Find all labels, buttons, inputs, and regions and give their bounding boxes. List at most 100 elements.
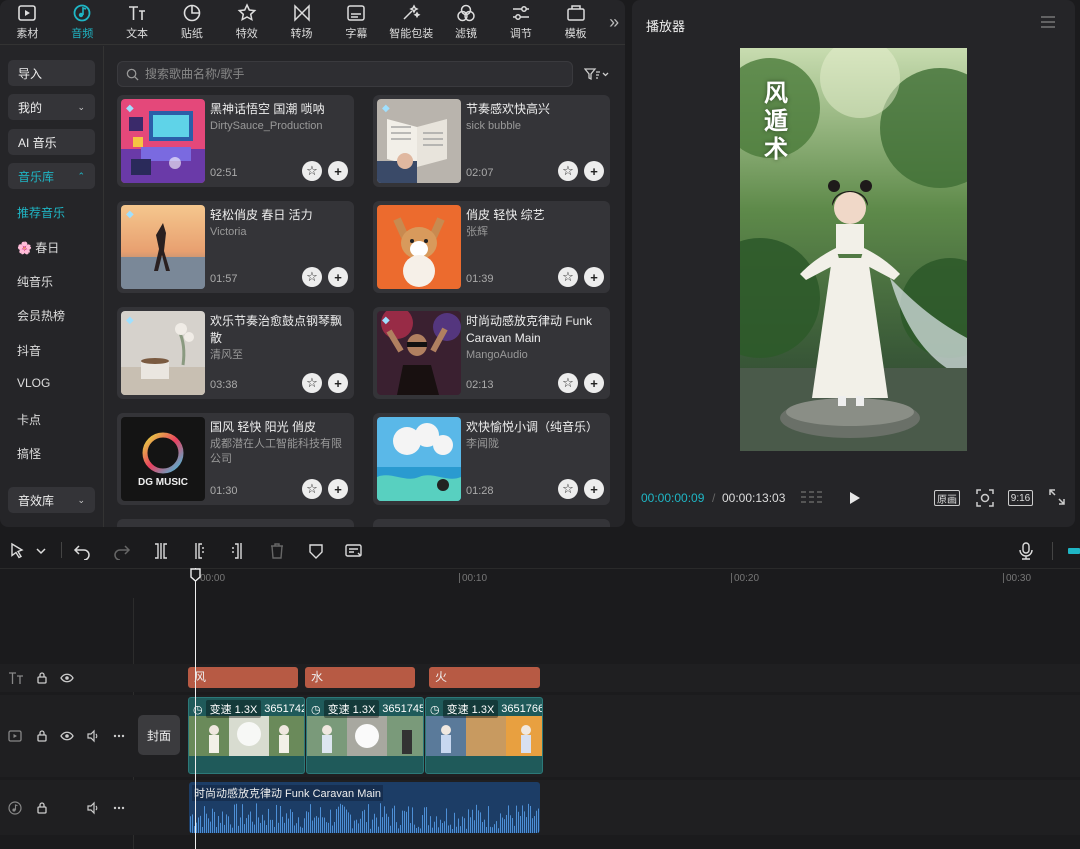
caption-icon xyxy=(345,544,362,557)
song-card[interactable]: 欢快愉悦小调（纯音乐） 李闻陇 01:28 ☆ + xyxy=(373,413,610,505)
song-card[interactable]: ◆ 节奏感欢快高兴 sick bubble 02:07 ☆ + xyxy=(373,95,610,187)
waveform-bar xyxy=(512,818,513,833)
main-track-magnet-toggle[interactable] xyxy=(1066,542,1080,560)
tool-media[interactable]: 素材 xyxy=(0,0,55,45)
playhead-handle[interactable] xyxy=(190,568,201,582)
sidebar-item-vlog[interactable]: VLOG xyxy=(17,376,50,390)
sidebar-item-spring[interactable]: 🌸 春日 xyxy=(17,239,59,256)
sfx-library-dropdown[interactable]: 音效库 ⌄ xyxy=(8,487,95,513)
text-clip[interactable]: 水 xyxy=(305,667,415,688)
song-card-partial[interactable] xyxy=(117,519,354,527)
eye-icon[interactable] xyxy=(60,729,74,743)
add-button[interactable]: + xyxy=(584,161,604,181)
video-clip[interactable]: ◷ 变速 1.3X 3651742 xyxy=(188,697,305,774)
tool-sticker[interactable]: 贴纸 xyxy=(164,0,219,45)
text-clip[interactable]: 火 xyxy=(429,667,540,688)
video-preview[interactable]: 风遁术 xyxy=(740,48,967,451)
delete-button[interactable] xyxy=(268,542,286,560)
video-clip[interactable]: ◷ 变速 1.3X 3651745 xyxy=(306,697,424,774)
more-icon[interactable] xyxy=(112,801,126,815)
add-button[interactable]: + xyxy=(584,479,604,499)
favorite-button[interactable]: ☆ xyxy=(302,161,322,181)
sidebar-item-vip-hot[interactable]: 会员热榜 xyxy=(17,307,65,324)
plus-icon: + xyxy=(590,163,598,179)
aspect-ratio-button[interactable]: 9:16 xyxy=(1008,490,1033,506)
tool-transition[interactable]: 转场 xyxy=(274,0,329,45)
add-button[interactable]: + xyxy=(584,373,604,393)
add-button[interactable]: + xyxy=(584,267,604,287)
favorite-button[interactable]: ☆ xyxy=(558,373,578,393)
toolbar-more-button[interactable]: » xyxy=(603,0,625,45)
fit-screen-icon[interactable] xyxy=(975,488,995,508)
cover-button[interactable]: 封面 xyxy=(138,715,180,755)
lock-icon[interactable] xyxy=(35,671,49,685)
speaker-icon[interactable] xyxy=(86,729,100,743)
select-tool-button[interactable] xyxy=(9,542,27,560)
ai-music-button[interactable]: AI 音乐 xyxy=(8,129,95,155)
chevron-up-icon: ⌃ xyxy=(77,170,85,181)
import-button[interactable]: 导入 xyxy=(8,60,95,86)
redo-button[interactable] xyxy=(113,542,131,561)
tool-adjust[interactable]: 调节 xyxy=(493,0,548,45)
waveform-bar xyxy=(292,812,293,833)
frames-icon[interactable] xyxy=(800,489,824,505)
more-icon[interactable] xyxy=(112,729,126,743)
select-mode-dropdown[interactable] xyxy=(34,542,52,560)
song-card[interactable]: DG MUSIC 国风 轻快 阳光 俏皮 成都潜在人工智能科技有限公司 01:3… xyxy=(117,413,354,505)
lock-icon[interactable] xyxy=(35,801,49,815)
favorite-button[interactable]: ☆ xyxy=(302,267,322,287)
favorite-button[interactable]: ☆ xyxy=(558,161,578,181)
tool-smart-pack[interactable]: 智能包装 xyxy=(384,0,439,45)
favorite-button[interactable]: ☆ xyxy=(558,479,578,499)
tool-filter[interactable]: 滤镜 xyxy=(439,0,494,45)
lock-icon[interactable] xyxy=(35,729,49,743)
eye-icon[interactable] xyxy=(60,671,74,685)
song-card[interactable]: ◆ 黑神话悟空 国潮 唢呐 DirtySauce_Production 02:5… xyxy=(117,95,354,187)
song-card[interactable]: 俏皮 轻快 综艺 张辉 01:39 ☆ + xyxy=(373,201,610,293)
favorite-button[interactable]: ☆ xyxy=(302,373,322,393)
audio-clip[interactable]: 时尚动感放克律动 Funk Caravan Main xyxy=(189,782,540,833)
song-card[interactable]: ◆ 时尚动感放克律动 Funk Caravan Main MangoAudio … xyxy=(373,307,610,399)
sidebar-item-pure-music[interactable]: 纯音乐 xyxy=(17,273,53,290)
tool-effects[interactable]: 特效 xyxy=(219,0,274,45)
tool-template[interactable]: 模板 xyxy=(548,0,603,45)
split-right-button[interactable] xyxy=(229,542,247,560)
record-voice-button[interactable] xyxy=(1017,542,1035,560)
tool-text[interactable]: 文本 xyxy=(110,0,165,45)
add-button[interactable]: + xyxy=(328,267,348,287)
sidebar-item-beat[interactable]: 卡点 xyxy=(17,411,41,428)
split-left-button[interactable] xyxy=(190,542,208,560)
tool-audio[interactable]: 音频 xyxy=(55,0,110,45)
playhead[interactable] xyxy=(195,568,196,849)
song-card-partial[interactable] xyxy=(373,519,610,527)
song-card[interactable]: ◆ 欢乐节奏治愈鼓点钢琴飘散 清风至 03:38 ☆ + xyxy=(117,307,354,399)
sidebar-item-recommended[interactable]: 推荐音乐 xyxy=(17,204,65,221)
sidebar-item-douyin[interactable]: 抖音 xyxy=(17,342,41,359)
add-button[interactable]: + xyxy=(328,373,348,393)
player-menu-icon[interactable] xyxy=(1040,15,1058,29)
marker-button[interactable] xyxy=(307,542,325,560)
filter-sort-button[interactable] xyxy=(580,63,614,85)
split-button[interactable] xyxy=(152,542,170,560)
app-window: 素材 音频 文本 贴纸 特效 转场 字幕 智能包装 滤镜 调节 模板 » 导入 … xyxy=(0,0,1080,849)
mine-dropdown[interactable]: 我的 ⌄ xyxy=(8,94,95,120)
text-clip[interactable]: 风 xyxy=(188,667,298,688)
speaker-icon[interactable] xyxy=(86,801,100,815)
video-clip[interactable]: ◷ 变速 1.3X 3651766 xyxy=(425,697,543,774)
add-button[interactable]: + xyxy=(328,479,348,499)
search-input[interactable] xyxy=(145,67,545,81)
original-quality-button[interactable]: 原画 xyxy=(934,490,960,506)
tool-subtitle[interactable]: 字幕 xyxy=(329,0,384,45)
tool-label: 模板 xyxy=(564,28,587,40)
add-button[interactable]: + xyxy=(328,161,348,181)
song-card[interactable]: ◆ 轻松俏皮 春日 活力 Victoria 01:57 ☆ + xyxy=(117,201,354,293)
sidebar-item-funny[interactable]: 搞怪 xyxy=(17,445,41,462)
music-library-dropdown[interactable]: 音乐库 ⌃ xyxy=(8,163,95,189)
timeline-ruler[interactable]: 00:00 00:10 00:20 00:30 xyxy=(0,568,1080,590)
play-button[interactable] xyxy=(845,489,863,507)
favorite-button[interactable]: ☆ xyxy=(302,479,322,499)
undo-button[interactable] xyxy=(73,542,91,561)
fullscreen-icon[interactable] xyxy=(1048,488,1066,506)
auto-caption-button[interactable] xyxy=(345,542,363,560)
favorite-button[interactable]: ☆ xyxy=(558,267,578,287)
